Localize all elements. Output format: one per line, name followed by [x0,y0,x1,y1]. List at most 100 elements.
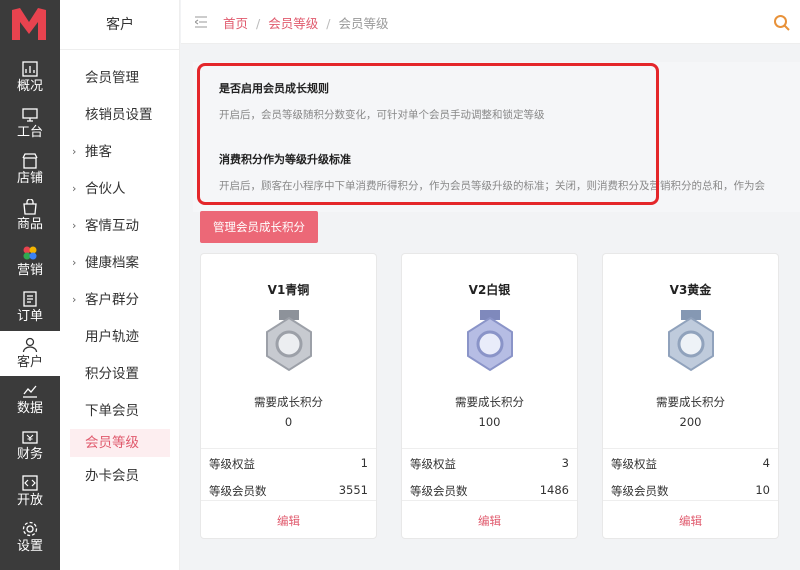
sidebar-item-label: 会员管理 [85,70,139,86]
level-members-label: 等级会员数 [410,484,468,498]
sidebar-item-customer-groups[interactable]: › 客户群分 [70,286,170,314]
level-rights-value: 3 [561,456,569,470]
divider [603,500,778,501]
marketing-icon [23,246,37,260]
required-points-label: 需要成长积分 [254,395,323,409]
nav-item-label: 工台 [16,125,43,140]
edit-level-button[interactable]: 编辑 [402,513,577,529]
desktop-icon [22,108,38,122]
goods-icon [23,199,37,215]
level-rights-label: 等级权益 [209,457,255,471]
sidebar-item-label: 用户轨迹 [85,329,139,345]
collapse-menu-icon[interactable] [195,16,207,28]
sidebar-item-verifier-settings[interactable]: 核销员设置 [70,101,170,129]
sidebar-item-customer-interaction[interactable]: › 客情互动 [70,212,170,240]
sidebar-item-card-members[interactable]: 办卡会员 [70,462,170,490]
sidebar-item-label: 办卡会员 [85,468,139,484]
nav-item-marketing[interactable]: 营销 [0,239,60,284]
level-members-value: 10 [755,483,770,497]
nav-item-settings[interactable]: 设置 [0,515,60,560]
highlight-box [197,63,659,205]
nav-item-desktop[interactable]: 工台 [0,101,60,146]
nav-item-finance[interactable]: 财务 [0,423,60,468]
store-icon [22,153,38,169]
level-rights-row: 等级权益 4 [611,456,770,472]
sidebar-item-label: 会员等级 [85,435,139,451]
required-points-label: 需要成长积分 [455,395,524,409]
nav-item-order[interactable]: 订单 [0,285,60,330]
level-rights-row: 等级权益 3 [410,456,569,472]
edit-level-button[interactable]: 编辑 [603,513,778,529]
level-members-value: 1486 [539,483,569,497]
nav-item-label: 数据 [16,401,43,416]
sidebar-item-label: 积分设置 [85,366,139,382]
sidebar-item-label: 推客 [85,144,112,160]
sidebar-item-label: 客情互动 [85,218,139,234]
nav-item-label: 商品 [16,217,43,232]
sidebar-item-points-settings[interactable]: 积分设置 [70,360,170,388]
breadcrumb-current: 会员等级 [338,16,389,31]
gold-medal-icon [668,310,714,372]
sub-sidebar: 客户 会员管理 核销员设置 › 推客 › 合伙人 › 客情互动 › 健康档案 › 客户群分… [60,0,180,570]
sidebar-item-label: 健康档案 [85,255,139,271]
nav-item-open[interactable]: 开放 [0,469,60,514]
level-members-row: 等级会员数 3551 [209,483,368,499]
main-nav: 概况 工台 店铺 商品 营销 订单 客户 数据 财务 开放 设置 [0,0,60,570]
divider [402,448,577,449]
divider [201,448,376,449]
level-members-value: 3551 [338,483,368,497]
level-rights-label: 等级权益 [611,457,657,471]
divider [402,500,577,501]
divider [201,500,376,501]
sidebar-item-label: 合伙人 [85,181,126,197]
manage-growth-points-button[interactable]: 管理会员成长积分 [200,211,318,243]
breadcrumb: 首页 / 会员等级 / 会员等级 [223,13,388,32]
nav-item-goods[interactable]: 商品 [0,193,60,238]
sidebar-item-partner[interactable]: › 合伙人 [70,175,170,203]
sidebar-item-label: 下单会员 [85,403,139,419]
level-members-label: 等级会员数 [611,484,669,498]
chevron-right-icon: › [72,293,77,306]
sidebar-item-ordering-members[interactable]: 下单会员 [70,397,170,425]
sidebar-item-member-management[interactable]: 会员管理 [70,64,170,92]
nav-item-label: 店铺 [16,171,43,186]
chevron-right-icon: › [72,219,77,232]
chevron-right-icon: › [72,182,77,195]
sidebar-item-label: 核销员设置 [85,107,153,123]
level-members-row: 等级会员数 1486 [410,483,569,499]
breadcrumb-home[interactable]: 首页 [223,16,248,31]
top-bar: 首页 / 会员等级 / 会员等级 [181,0,800,44]
app-logo-icon [12,8,46,40]
nav-item-overview[interactable]: 概况 [0,55,60,100]
level-members-label: 等级会员数 [209,484,267,498]
sidebar-item-user-trace[interactable]: 用户轨迹 [70,323,170,351]
finance-icon [22,431,38,444]
required-points-label: 需要成长积分 [656,395,725,409]
level-members-row: 等级会员数 10 [611,483,770,499]
breadcrumb-parent[interactable]: 会员等级 [268,16,318,31]
overview-icon [22,61,38,77]
chevron-right-icon: › [72,145,77,158]
sidebar-item-promoter[interactable]: › 推客 [70,138,170,166]
required-points-value: 100 [478,415,501,429]
nav-item-label: 订单 [16,309,43,324]
level-rights-value: 4 [762,456,770,470]
nav-item-store[interactable]: 店铺 [0,147,60,192]
level-name: V3黄金 [669,283,712,297]
breadcrumb-separator: / [256,16,261,31]
nav-item-label: 开放 [16,493,43,508]
data-icon [23,385,37,398]
level-rights-label: 等级权益 [410,457,456,471]
silver-medal-icon [467,310,513,372]
open-icon [22,475,38,491]
sidebar-item-health-records[interactable]: › 健康档案 [70,249,170,277]
level-card-v1: V1青铜 需要成长积分 0 等级权益 1 等级会员数 3551 编辑 [200,253,377,539]
sidebar-title: 客户 [60,0,180,50]
sidebar-item-member-levels[interactable]: 会员等级 [70,429,170,457]
level-card-v3: V3黄金 需要成长积分 200 等级权益 4 等级会员数 10 编辑 [602,253,779,539]
nav-item-data[interactable]: 数据 [0,377,60,422]
nav-item-customer[interactable]: 客户 [0,331,60,376]
nav-item-label: 营销 [16,263,43,278]
search-icon[interactable] [773,14,791,32]
edit-level-button[interactable]: 编辑 [201,513,376,529]
